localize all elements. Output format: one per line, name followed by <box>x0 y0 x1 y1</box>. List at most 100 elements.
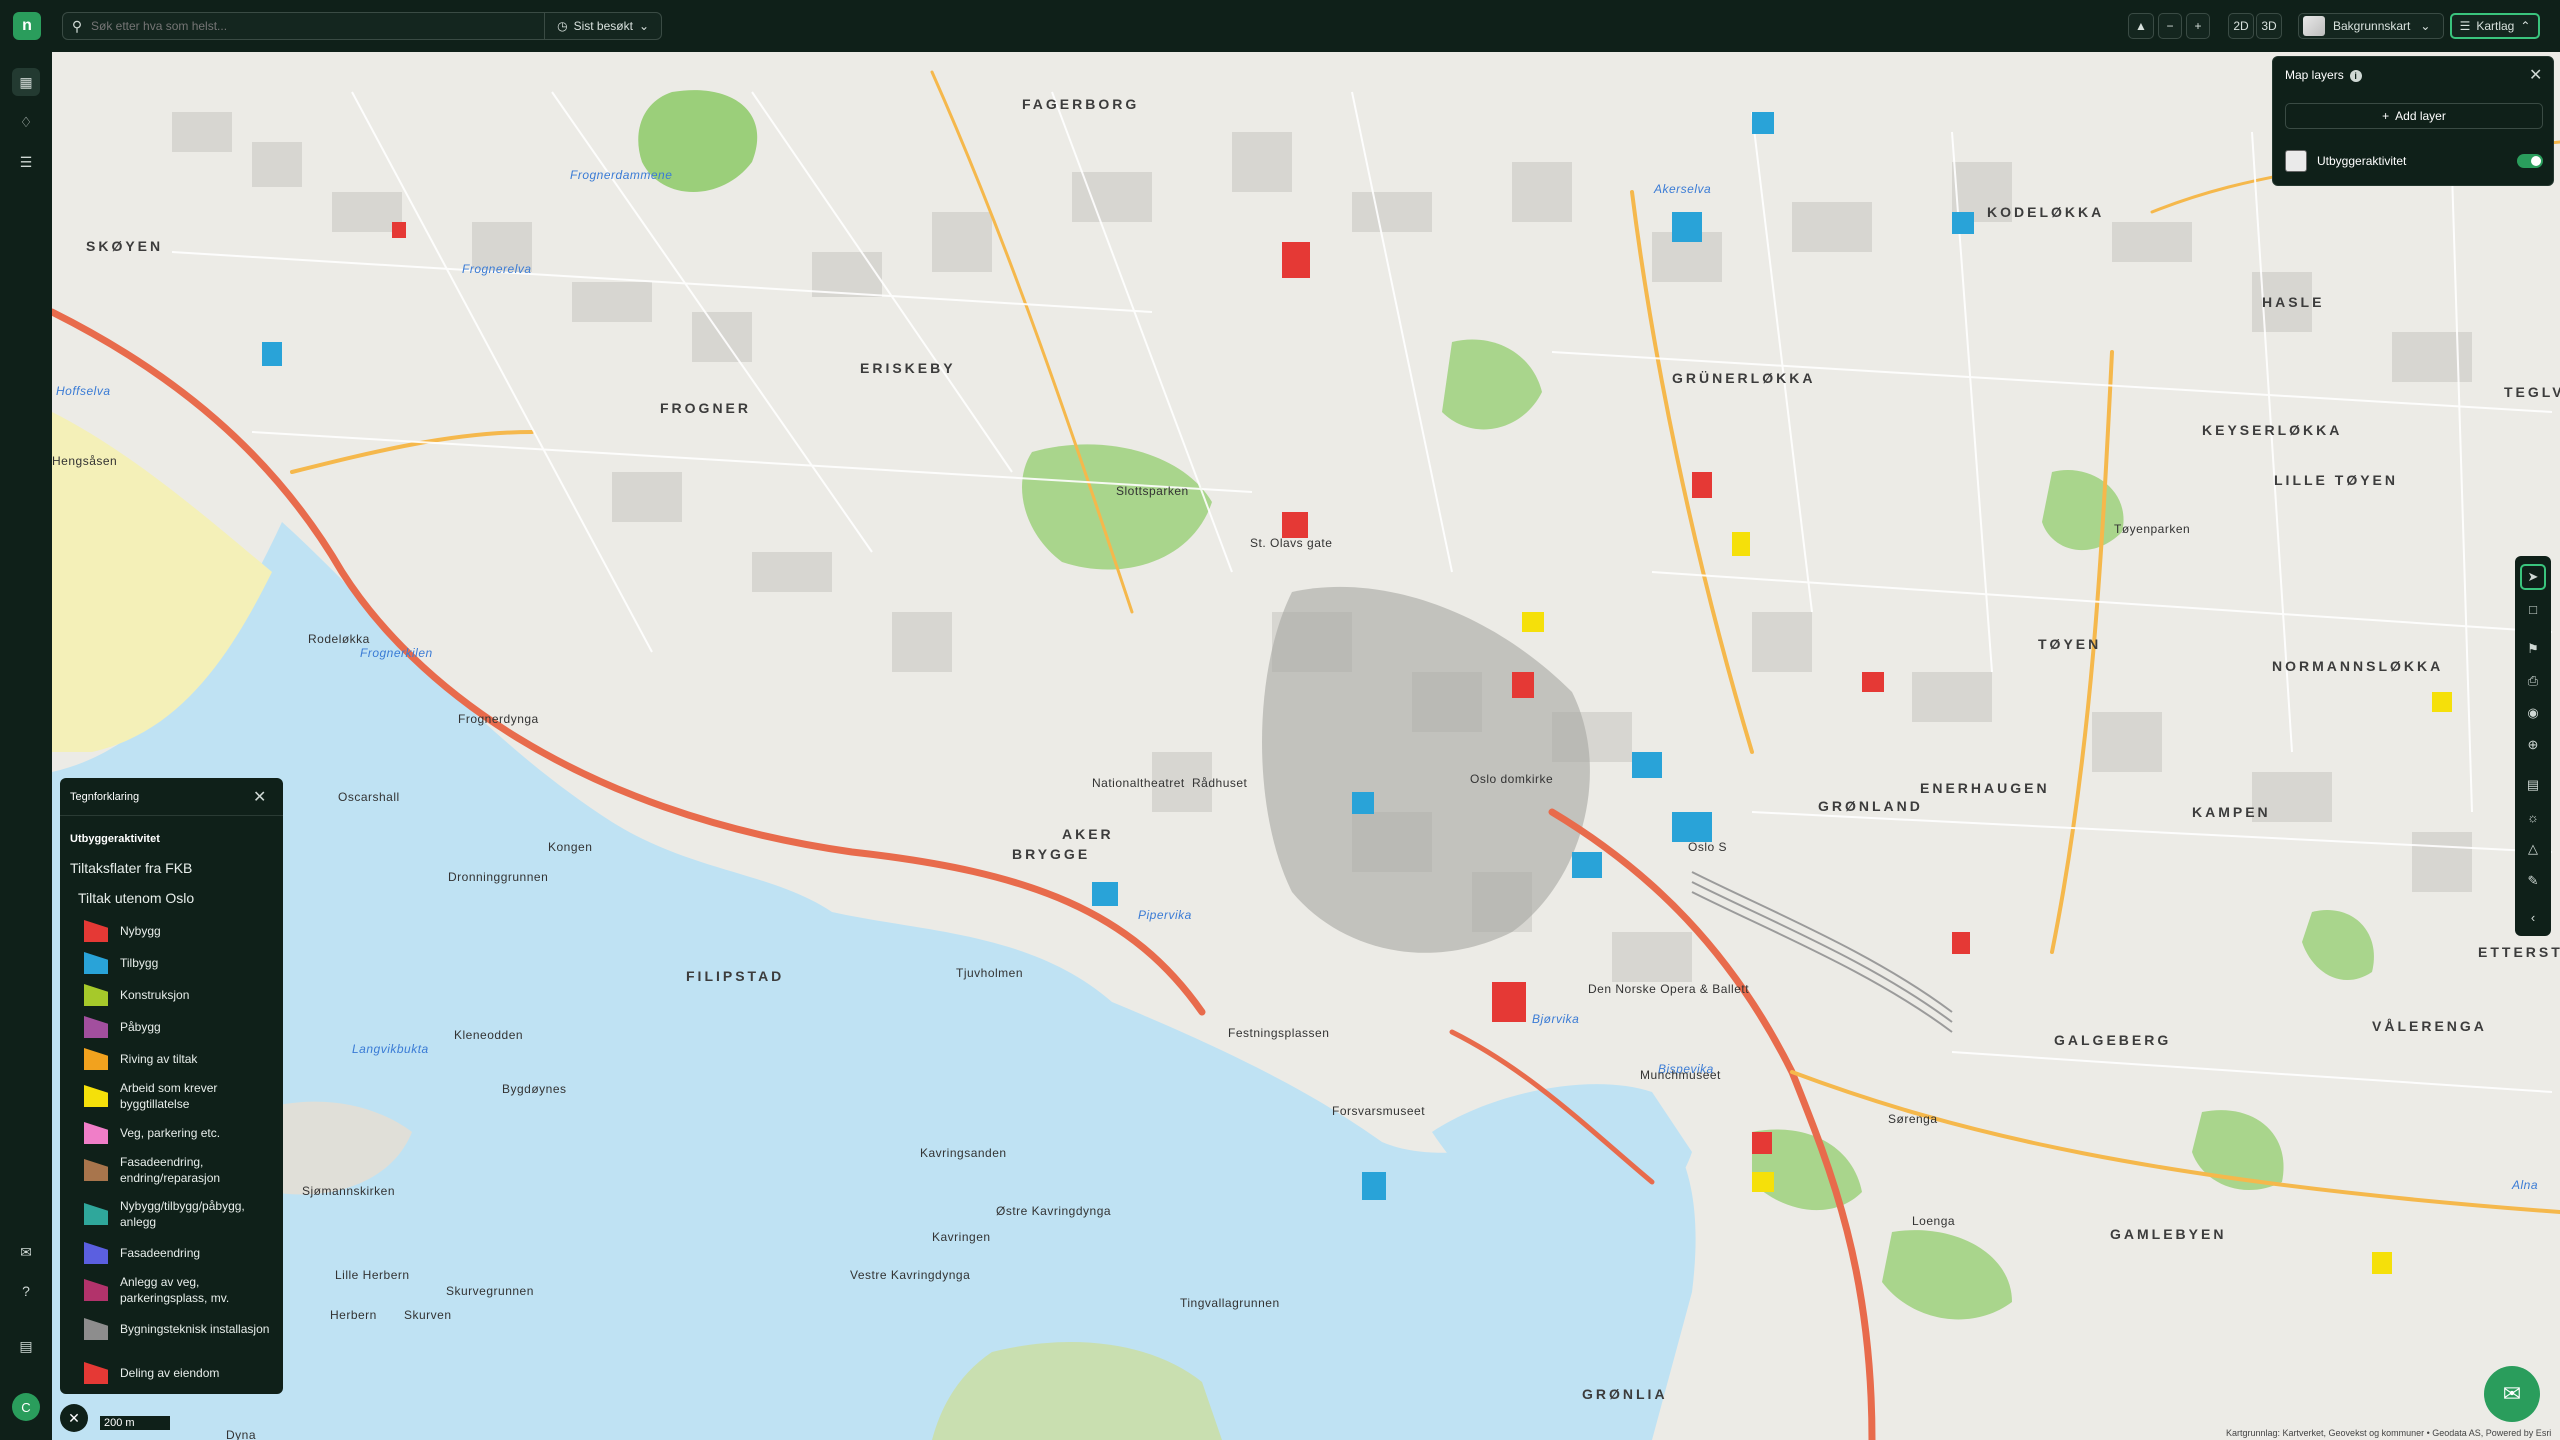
layers-dropdown[interactable]: ☰ Kartlag ⌃ <box>2450 13 2540 39</box>
legend-label: Riving av tiltak <box>120 1052 198 1066</box>
legend-swatch <box>84 984 108 1006</box>
map-label: Kleneodden <box>454 1028 524 1042</box>
chevron-up-icon: ⌃ <box>2520 19 2531 33</box>
sun-icon: ☼ <box>2527 809 2539 825</box>
legend-swatch <box>84 1279 108 1301</box>
zoom-in-button[interactable]: + <box>2186 13 2210 39</box>
layer-visibility-toggle[interactable] <box>2517 154 2543 168</box>
map-label: Sørenga <box>1888 1112 1938 1126</box>
area-select-button[interactable]: □ <box>2520 596 2546 622</box>
chat-button[interactable]: ✉ <box>2484 1366 2540 1422</box>
layers-icon: ☰ <box>2459 19 2471 33</box>
map-label: BRYGGE <box>1012 846 1091 862</box>
legend-group-title: Tiltak utenom Oslo <box>78 890 195 906</box>
map-label: Tingvallagrunnen <box>1180 1296 1280 1310</box>
view-3d-button[interactable]: 3D <box>2256 13 2282 39</box>
map-label: TØYEN <box>2038 636 2102 652</box>
scale-bar: 200 m <box>100 1416 170 1430</box>
compass-button[interactable]: ▲ <box>2128 13 2154 39</box>
legend-swatch <box>84 1318 108 1340</box>
basemap-dropdown[interactable]: Bakgrunnskart ⌄ <box>2298 13 2444 39</box>
map-attribution: Kartgrunnlag: Kartverket, Geovekst og ko… <box>2226 1428 2552 1438</box>
panel-title-text: Map layers <box>2285 68 2344 82</box>
map-label: Dronninggrunnen <box>448 870 549 884</box>
legend-label: Konstruksjon <box>120 988 190 1002</box>
map-label: Tøyenparken <box>2114 522 2191 536</box>
map-label: Nationaltheatret <box>1092 776 1185 790</box>
chat-icon: ✉ <box>20 1243 32 1260</box>
legend-label: Anlegg av veg, parkeringsplass, mv. <box>120 1275 230 1305</box>
chevron-left-icon: ‹ <box>2530 909 2536 925</box>
legend-item: Arbeid som krever byggtillatelse <box>84 1080 274 1112</box>
map-label: Loenga <box>1912 1214 1956 1228</box>
map-label: Oslo S <box>1688 840 1728 854</box>
map-label: Bygdøynes <box>502 1082 567 1096</box>
legend-label: Deling av eiendom <box>120 1366 220 1380</box>
legend-swatch <box>84 1203 108 1225</box>
legend-label: Tilbygg <box>120 956 159 970</box>
add-layer-button[interactable]: + Add layer <box>2285 103 2543 129</box>
map-label: Frognerkilen <box>360 646 433 660</box>
legend-label: Bygningsteknisk installasjon <box>120 1322 270 1336</box>
measure-button[interactable]: △ <box>2520 836 2546 862</box>
layers-label: Kartlag <box>2476 19 2515 33</box>
pen-button[interactable]: ✎ <box>2520 868 2546 894</box>
legend-panel: Tegnforklaring ✕ Utbyggeraktivitet Tilta… <box>60 778 283 1394</box>
legend-swatch <box>84 1085 108 1107</box>
map-label: Kavringen <box>932 1230 991 1244</box>
legend-label: Fasadeendring, endring/reparasjon <box>120 1155 221 1185</box>
layer-row[interactable]: Utbyggeraktivitet <box>2285 149 2543 173</box>
info-icon[interactable]: i <box>2349 69 2362 82</box>
crosshair-icon: ⊕ <box>2527 737 2539 752</box>
clock-icon: ◷ <box>557 19 568 33</box>
layer-thumbnail <box>2285 150 2307 172</box>
map-label: VÅLERENGA <box>2372 1018 2487 1034</box>
select-tool-button[interactable]: ➤ <box>2520 564 2546 590</box>
help-button[interactable]: ? <box>12 1277 40 1305</box>
map-label: Slottsparken <box>1116 484 1189 498</box>
close-legend-button[interactable]: ✕ <box>60 1404 88 1432</box>
map-canvas[interactable]: FAGERBORG KODELØKKA SKØYEN ERISKEBY FROG… <box>52 52 2560 1440</box>
map-label: ERISKEBY <box>860 360 956 376</box>
zoom-out-button[interactable]: − <box>2158 13 2182 39</box>
map-label: St. Olavs gate <box>1250 536 1333 550</box>
bookmark-button[interactable]: ⚑ <box>2520 636 2546 662</box>
app-logo[interactable]: n <box>13 12 41 40</box>
sun-button[interactable]: ☼ <box>2520 804 2546 830</box>
legend-item: Nybygg <box>84 920 274 942</box>
user-avatar[interactable]: C <box>12 1393 40 1421</box>
basemap-thumbnail <box>2303 16 2325 36</box>
camera-icon: ◉ <box>2527 705 2539 720</box>
legend-item: Konstruksjon <box>84 984 274 1006</box>
map-label: Frognerelva <box>462 262 532 276</box>
map-label: Hoffselva <box>56 384 111 398</box>
tags-nav-button[interactable]: ♢ <box>12 108 40 136</box>
close-icon[interactable]: ✕ <box>2529 65 2542 85</box>
list-nav-button[interactable]: ☰ <box>12 148 40 176</box>
map-label: AKER <box>1062 826 1114 842</box>
camera-button[interactable]: ◉ <box>2520 700 2546 726</box>
locate-button[interactable]: ⊕ <box>2520 732 2546 758</box>
collapse-tools-button[interactable]: ‹ <box>2520 904 2546 930</box>
legend-label: Nybygg/tilbygg/påbygg, anlegg <box>120 1199 245 1229</box>
layers-tool-button[interactable]: ▤ <box>2520 772 2546 798</box>
search-bar: ⚲ ◷ Sist besøkt ⌄ <box>62 12 662 40</box>
map-label: Lille Herbern <box>335 1268 410 1282</box>
legend-layer-name: Utbyggeraktivitet <box>70 833 160 845</box>
map-label: GRØNLAND <box>1818 798 1923 814</box>
recent-dropdown[interactable]: ◷ Sist besøkt ⌄ <box>544 13 661 39</box>
map-label: Festningsplassen <box>1228 1026 1330 1040</box>
view-2d-button[interactable]: 2D <box>2228 13 2254 39</box>
print-button[interactable]: ⎙ <box>2520 668 2546 694</box>
close-icon[interactable]: ✕ <box>253 787 266 807</box>
search-input[interactable] <box>91 13 545 39</box>
feedback-button[interactable]: ✉ <box>12 1238 40 1266</box>
legend-swatch <box>84 1362 108 1384</box>
legend-item: Riving av tiltak <box>84 1048 274 1070</box>
map-nav-button[interactable]: ▦ <box>12 68 40 96</box>
map-label: LILLE TØYEN <box>2274 472 2398 488</box>
map-label: Dyna <box>226 1428 257 1440</box>
legend-title: Tegnforklaring <box>70 791 140 803</box>
recent-label: Sist besøkt <box>573 19 633 33</box>
messages-button[interactable]: ▤ <box>12 1332 40 1360</box>
